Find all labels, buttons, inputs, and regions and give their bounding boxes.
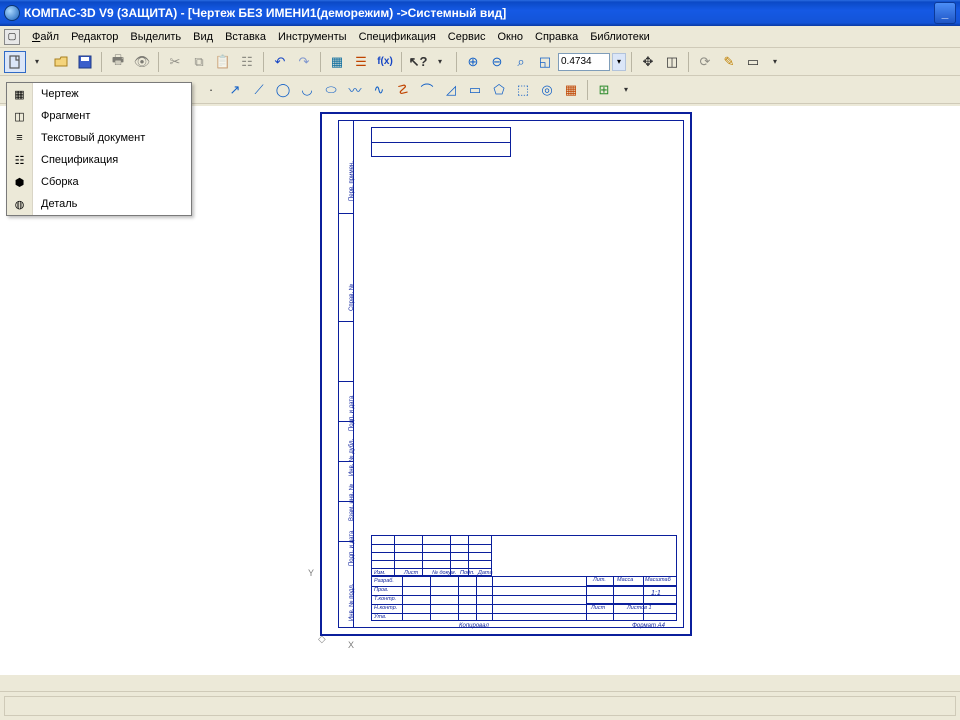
newmenu-specification[interactable]: ☷ Спецификация — [7, 149, 191, 171]
zoom-window-button[interactable]: ⌕ — [510, 51, 532, 73]
chamfer-tool[interactable]: ◿ — [440, 79, 462, 101]
fx-button[interactable]: f(x) — [374, 51, 396, 73]
format-label: Формат A4 — [632, 623, 665, 629]
window-title: КОМПАС-3D V9 (ЗАЩИТА) - [Чертеж БЕЗ ИМЕН… — [24, 6, 932, 20]
paste-button[interactable]: 📋 — [212, 51, 234, 73]
mdi-control-icon[interactable]: ▢ — [4, 29, 20, 45]
point-tool[interactable]: · — [200, 79, 222, 101]
menu-tools[interactable]: Инструменты — [272, 29, 353, 45]
menu-window[interactable]: Окно — [491, 29, 529, 45]
equidistant-tool[interactable]: ◎ — [536, 79, 558, 101]
assembly-icon: ⬢ — [15, 176, 25, 189]
hatch-tool[interactable]: ▦ — [560, 79, 582, 101]
undo-button[interactable]: ↶ — [269, 51, 291, 73]
cut-button[interactable]: ✂ — [164, 51, 186, 73]
drawing-icon: ▦ — [14, 88, 24, 101]
top-reference-box — [371, 127, 511, 157]
menu-specification[interactable]: Спецификация — [353, 29, 442, 45]
zoom-out-button[interactable]: ⊖ — [486, 51, 508, 73]
newmenu-drawing[interactable]: ▦ Чертеж — [7, 83, 191, 105]
copied-label: Копировал — [459, 623, 489, 629]
zoom-dropdown[interactable]: ▾ — [612, 53, 626, 71]
help-cursor-button[interactable]: ↖? — [407, 51, 429, 73]
rectangle-tool[interactable]: ▭ — [464, 79, 486, 101]
side-label-1: Справ. № — [349, 284, 355, 311]
fillet-tool[interactable]: ⌒ — [416, 79, 438, 101]
fragment-icon: ◫ — [14, 110, 24, 123]
newmenu-assembly[interactable]: ⬢ Сборка — [7, 171, 191, 193]
newmenu-part[interactable]: ◍ Деталь — [7, 193, 191, 215]
status-cell — [4, 696, 956, 716]
open-button[interactable] — [50, 51, 72, 73]
menu-view[interactable]: Вид — [187, 29, 219, 45]
menu-insert[interactable]: Вставка — [219, 29, 272, 45]
new-document-menu: ▦ Чертеж ◫ Фрагмент ≡ Текстовый документ… — [6, 82, 192, 216]
newmenu-fragment[interactable]: ◫ Фрагмент — [7, 105, 191, 127]
library-manager-button[interactable]: ▦ — [326, 51, 348, 73]
title-block: Изм. Лист № докум. Подп. Дата Разраб. Пр… — [371, 535, 677, 621]
text-doc-icon: ≡ — [16, 132, 22, 144]
new-document-dropdown[interactable]: ▾ — [26, 51, 48, 73]
zoom-in-button[interactable]: ⊕ — [462, 51, 484, 73]
refresh-button[interactable]: ⟳ — [694, 51, 716, 73]
toolbar-main: ▾ 🖶 👁 ✂ ⧉ 📋 ☷ ↶ ↷ ▦ ☰ f(x) ↖? ▾ ⊕ ⊖ ⌕ ◱ … — [0, 48, 960, 76]
status-bar — [0, 674, 960, 692]
side-label-4: Взам. инв. № — [349, 484, 355, 521]
properties-button[interactable]: ☷ — [236, 51, 258, 73]
part-icon: ◍ — [15, 198, 25, 211]
contour-tool[interactable]: ⬚ — [512, 79, 534, 101]
title-block-right: Лит. Масса Масштаб 1:1 Лист Листов 1 — [586, 576, 676, 620]
snap-tool[interactable]: ⊞ — [593, 79, 615, 101]
new-document-button[interactable] — [4, 51, 26, 73]
layout-button[interactable]: ▭ — [742, 51, 764, 73]
side-label-6: Инв. № подл. — [349, 584, 355, 621]
menu-editor[interactable]: Редактор — [65, 29, 124, 45]
status-row — [0, 692, 960, 720]
side-label-5: Подп. и дата — [349, 531, 355, 566]
ellipse-tool[interactable]: ⬭ — [320, 79, 342, 101]
layout-dropdown[interactable]: ▾ — [764, 51, 786, 73]
app-icon — [4, 5, 20, 21]
variables-button[interactable]: ☰ — [350, 51, 372, 73]
side-label-0: Перв. примен. — [349, 161, 355, 201]
menu-service[interactable]: Сервис — [442, 29, 492, 45]
menu-help[interactable]: Справка — [529, 29, 584, 45]
minimize-button[interactable]: _ — [934, 2, 956, 24]
help-cursor-dropdown[interactable]: ▾ — [429, 51, 451, 73]
print-preview-button[interactable]: 👁 — [131, 51, 153, 73]
menu-libraries[interactable]: Библиотеки — [584, 29, 656, 45]
redo-button[interactable]: ↷ — [293, 51, 315, 73]
polyline-tool[interactable]: ☡ — [392, 79, 414, 101]
menu-file[interactable]: Файл — [26, 29, 65, 45]
zoom-previous-button[interactable]: ◫ — [661, 51, 683, 73]
title-bar: КОМПАС-3D V9 (ЗАЩИТА) - [Чертеж БЕЗ ИМЕН… — [0, 0, 960, 26]
axis-y-label: Y — [308, 568, 314, 578]
print-button[interactable]: 🖶 — [107, 51, 129, 73]
circle-tool[interactable]: ◯ — [272, 79, 294, 101]
polygon-tool[interactable]: ⬠ — [488, 79, 510, 101]
arc-tool[interactable]: ◡ — [296, 79, 318, 101]
bezier-tool[interactable]: ∿ — [368, 79, 390, 101]
snap-dropdown[interactable]: ▾ — [615, 79, 637, 101]
spline-tool[interactable]: 〰 — [344, 79, 366, 101]
side-label-2: Подп. и дата — [349, 396, 355, 431]
edit-layers-button[interactable]: ✎ — [718, 51, 740, 73]
save-button[interactable] — [74, 51, 96, 73]
spec-icon: ☷ — [15, 154, 25, 167]
zoom-input[interactable]: 0.4734 — [558, 53, 610, 71]
newmenu-text-document[interactable]: ≡ Текстовый документ — [7, 127, 191, 149]
menu-select[interactable]: Выделить — [124, 29, 187, 45]
segment-tool[interactable]: ⟋ — [248, 79, 270, 101]
side-label-3: Инв. № дубл. — [349, 439, 355, 476]
pan-button[interactable]: ✥ — [637, 51, 659, 73]
drawing-sheet: Перв. примен. Справ. № Подп. и дата Инв.… — [320, 112, 692, 636]
menu-bar: ▢ Файл Редактор Выделить Вид Вставка Инс… — [0, 26, 960, 48]
sheet-frame: Перв. примен. Справ. № Подп. и дата Инв.… — [338, 120, 684, 628]
axis-x-label: X — [348, 640, 354, 650]
zoom-fit-button[interactable]: ◱ — [534, 51, 556, 73]
copy-button[interactable]: ⧉ — [188, 51, 210, 73]
aux-line-tool[interactable]: ↗ — [224, 79, 246, 101]
